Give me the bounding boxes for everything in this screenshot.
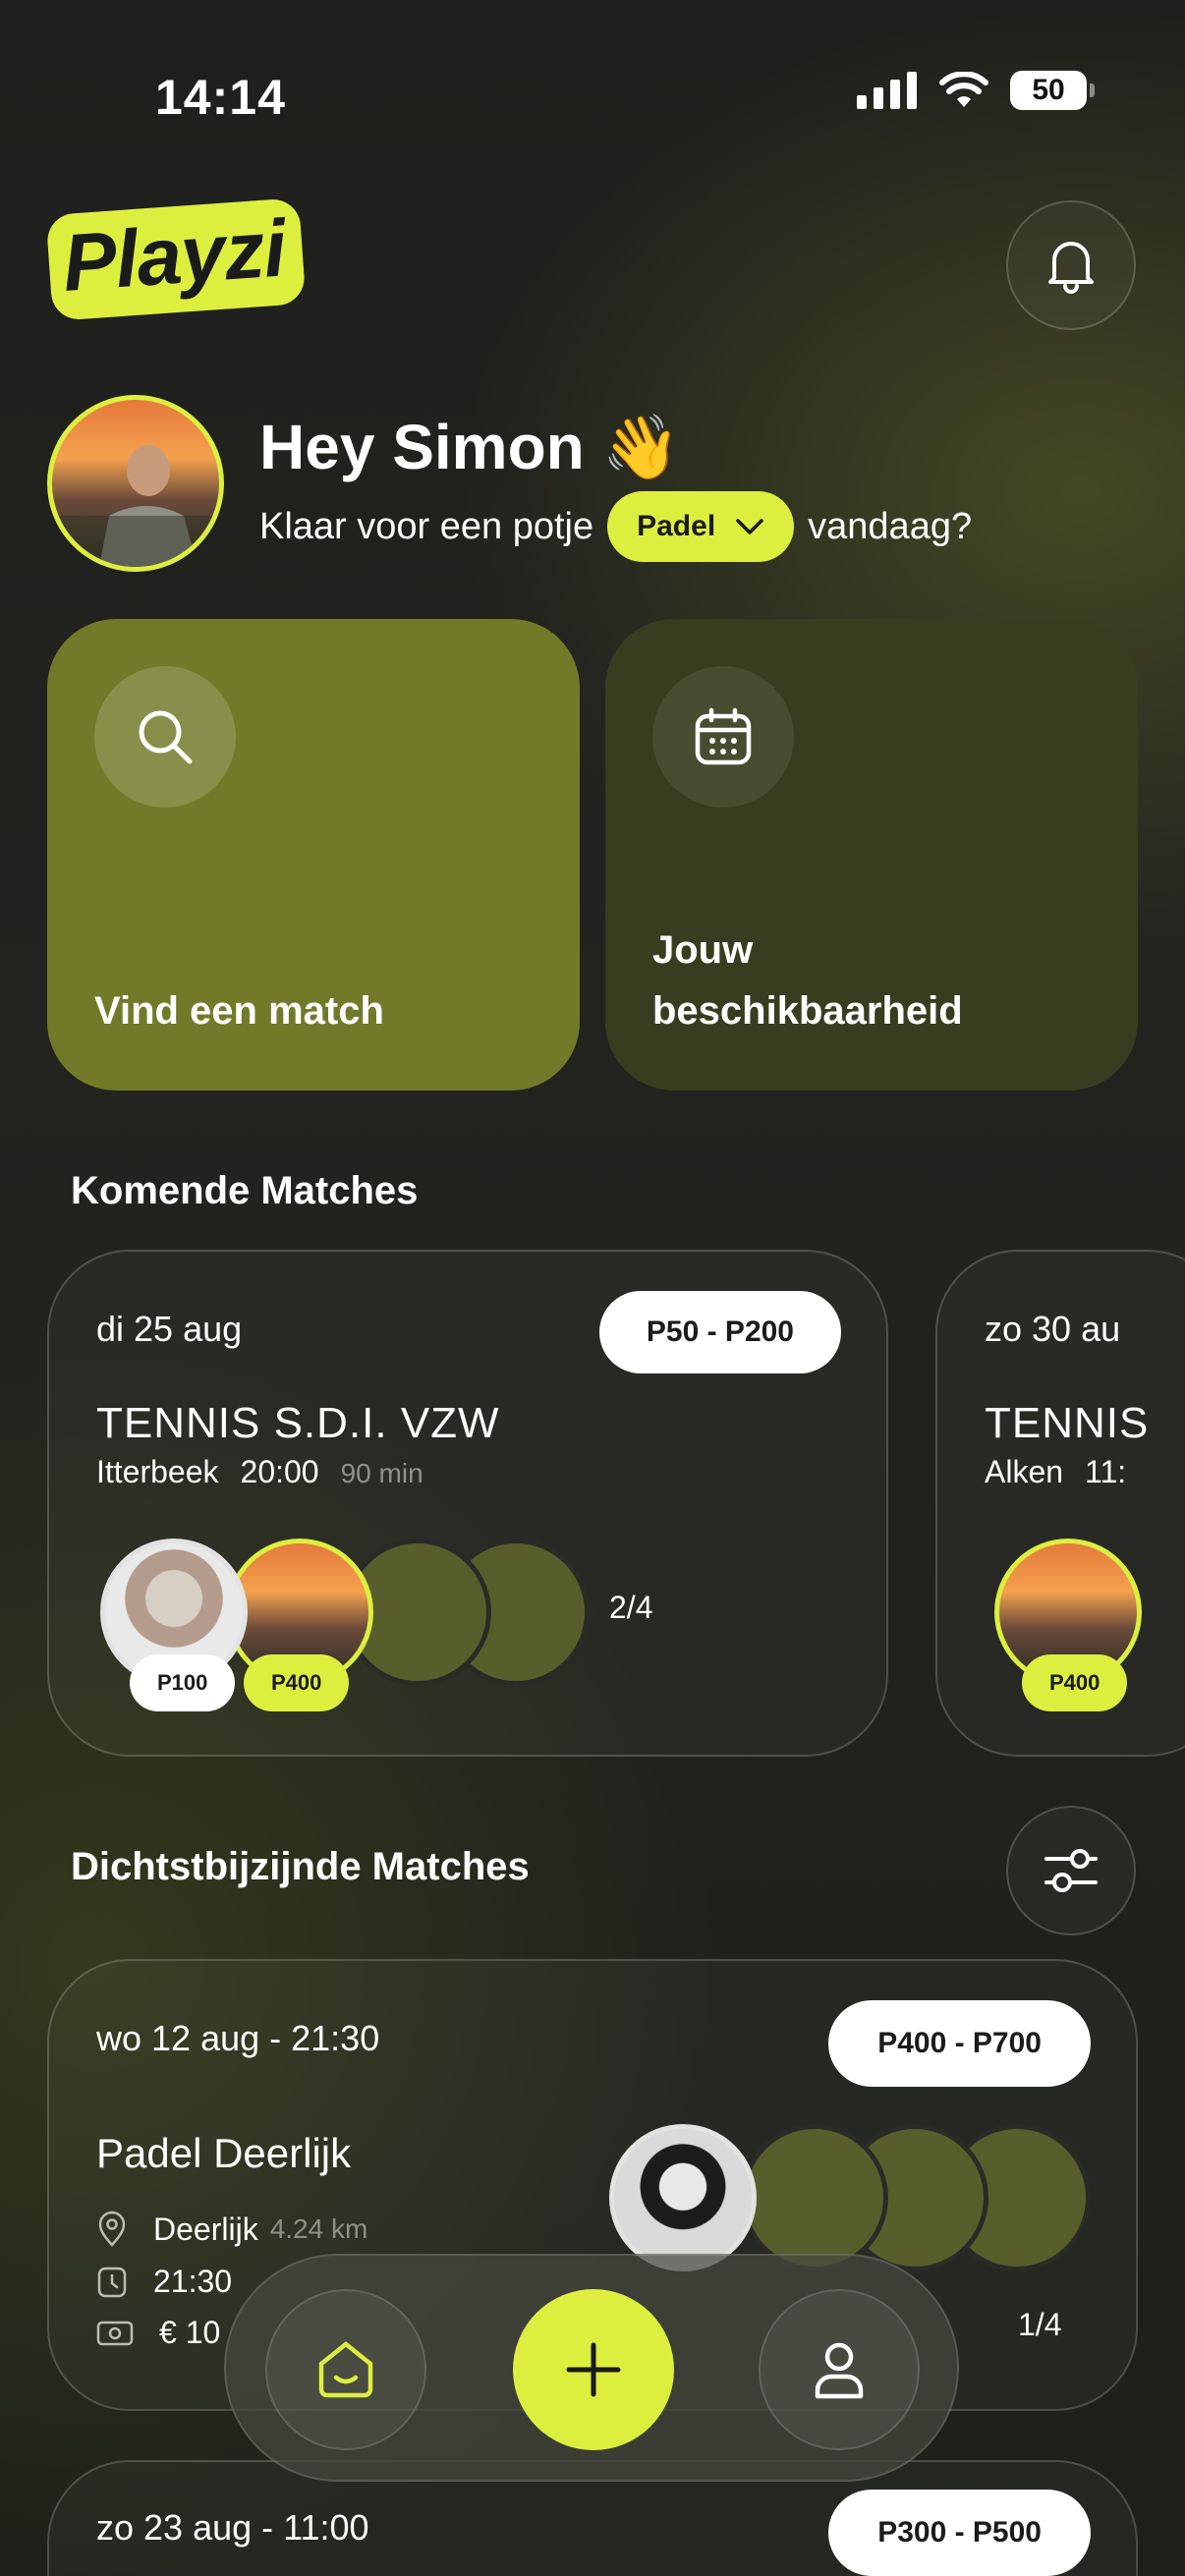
user-avatar[interactable]	[47, 395, 224, 572]
nav-home-button[interactable]	[265, 2289, 426, 2450]
match-date: di 25 aug	[96, 1309, 243, 1349]
time-row: 21:30	[96, 2264, 232, 2300]
bottom-nav	[224, 2254, 959, 2482]
status-time: 14:14	[155, 70, 286, 125]
status-icons: 50	[857, 71, 1095, 110]
app-logo: Playzi	[45, 197, 307, 321]
match-meta: Alken 11:	[985, 1454, 1126, 1490]
upcoming-match-card[interactable]: di 25 aug P50 - P200 TENNIS S.D.I. VZW I…	[47, 1250, 888, 1757]
location-row: Deerlijk 4.24 km	[96, 2211, 367, 2248]
battery-icon: 50	[1010, 71, 1095, 110]
player-level-badge: P400	[1022, 1654, 1128, 1711]
notifications-button[interactable]	[1006, 200, 1136, 330]
player-level-badge: P100	[130, 1654, 236, 1711]
match-time: 11:	[1085, 1454, 1127, 1489]
match-price: € 10	[159, 2315, 221, 2350]
sport-selector-label: Padel	[637, 510, 716, 542]
sport-selector[interactable]: Padel	[607, 491, 795, 562]
club-name: TENNIS	[985, 1399, 1150, 1447]
level-range-badge: P300 - P500	[828, 2490, 1091, 2576]
match-location: Alken	[985, 1454, 1064, 1489]
clock-icon	[97, 2267, 127, 2297]
club-name: Padel Deerlijk	[96, 2130, 352, 2176]
match-meta: Itterbeek 20:00 90 min	[96, 1454, 423, 1490]
availability-label: Jouw beschikbaarheid	[652, 928, 963, 1033]
availability-card[interactable]: Jouw beschikbaarheid	[605, 619, 1138, 1091]
level-range-badge: P400 - P700	[828, 2000, 1091, 2087]
player-count: 1/4	[1018, 2307, 1062, 2342]
bell-icon	[1048, 242, 1094, 294]
match-duration: 90 min	[340, 1458, 423, 1488]
find-match-card[interactable]: Vind een match	[47, 619, 580, 1091]
open-slot[interactable]	[741, 2124, 888, 2271]
match-time: 21:30	[153, 2264, 233, 2299]
player-level-badge: P400	[244, 1654, 350, 1711]
home-screen: 14:14 50 Playzi Hey Simon 👋 Klaar voor e…	[0, 0, 1185, 2576]
match-time: 20:00	[240, 1454, 319, 1489]
match-distance: 4.24 km	[269, 2213, 368, 2244]
filter-button[interactable]	[1006, 1806, 1136, 1935]
avatar-photo	[52, 445, 219, 567]
search-icon-circle	[94, 666, 236, 808]
location-pin-icon	[98, 2211, 126, 2247]
search-icon	[139, 710, 193, 764]
club-name: TENNIS S.D.I. VZW	[96, 1399, 500, 1447]
match-date: wo 12 aug - 21:30	[96, 2018, 380, 2058]
home-icon	[318, 2341, 373, 2398]
user-icon	[815, 2342, 864, 2399]
upcoming-match-card[interactable]: zo 30 au TENNIS Alken 11: P400	[935, 1250, 1185, 1757]
calendar-icon	[695, 707, 752, 765]
nearby-title: Dichtstbijzijnde Matches	[71, 1845, 530, 1888]
greeting-subtitle: Klaar voor een potje Padel vandaag?	[259, 491, 972, 562]
upcoming-title: Komende Matches	[71, 1169, 419, 1212]
nav-profile-button[interactable]	[759, 2289, 920, 2450]
match-location: Itterbeek	[96, 1454, 219, 1489]
sliders-icon	[1044, 1849, 1098, 1892]
match-date: zo 23 aug - 11:00	[96, 2507, 369, 2548]
greeting-title: Hey Simon 👋	[259, 412, 681, 482]
level-range-badge: P50 - P200	[598, 1291, 841, 1373]
signal-icon	[857, 72, 917, 109]
find-match-label: Vind een match	[94, 989, 384, 1033]
greeting-sub-after: vandaag?	[808, 505, 973, 547]
wifi-icon	[939, 72, 988, 107]
player-count: 2/4	[609, 1590, 653, 1625]
calendar-icon-circle	[652, 666, 794, 808]
match-location: Deerlijk	[153, 2211, 258, 2247]
plus-icon	[566, 2342, 621, 2397]
nav-add-button[interactable]	[513, 2289, 674, 2450]
player-avatar	[609, 2124, 757, 2271]
chevron-down-icon	[736, 519, 763, 534]
money-icon	[96, 2321, 134, 2345]
greeting-sub-before: Klaar voor een potje	[259, 505, 594, 547]
price-row: € 10	[96, 2315, 220, 2351]
match-date: zo 30 au	[985, 1309, 1121, 1349]
